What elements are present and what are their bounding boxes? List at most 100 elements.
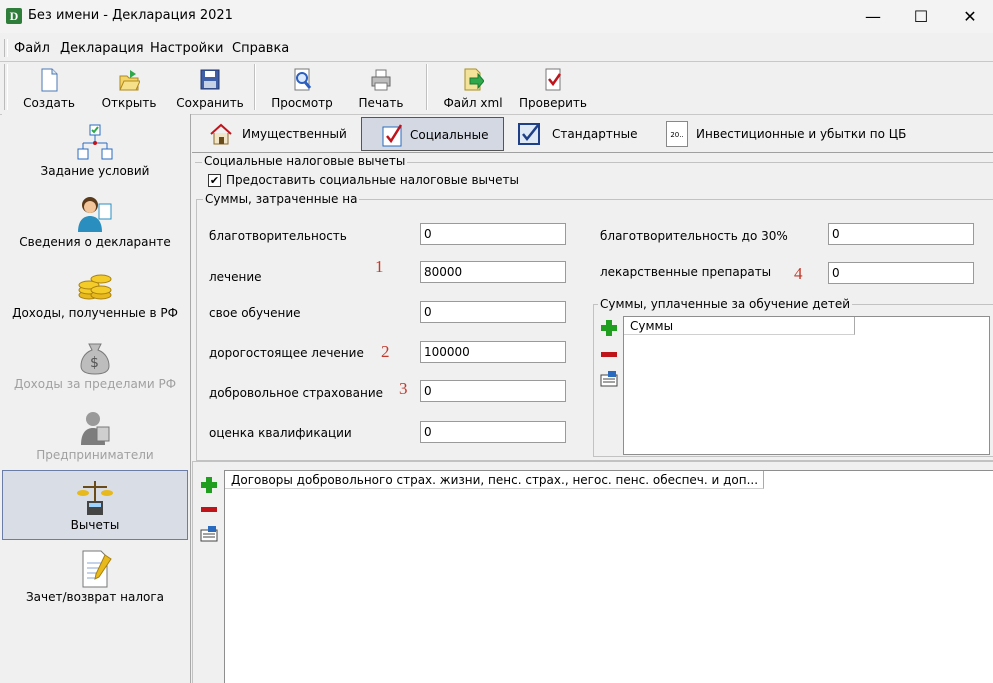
create-button[interactable]: Создать — [16, 64, 82, 112]
remove-child-sum-button[interactable] — [599, 345, 619, 363]
check-document-icon — [545, 68, 562, 91]
menu-settings[interactable]: Настройки — [150, 41, 223, 56]
save-label: Сохранить — [176, 96, 244, 110]
nav-conditions-label: Задание условий — [40, 164, 150, 178]
treatment-label: лечение — [209, 270, 262, 284]
minimize-button[interactable]: — — [850, 0, 896, 33]
children-sums-list[interactable]: Суммы — [623, 316, 990, 455]
voluntary-insurance-label: добровольное страхование — [209, 386, 383, 400]
medicines-input[interactable] — [828, 262, 974, 284]
nav-conditions[interactable]: Задание условий — [2, 117, 188, 185]
print-label: Печать — [358, 96, 404, 110]
nav-deductions-label: Вычеты — [70, 518, 120, 532]
document-pen-icon — [82, 550, 112, 588]
edit-child-sum-button[interactable] — [599, 370, 619, 388]
tab-standard[interactable]: Стандартные — [514, 117, 650, 151]
tab-property[interactable]: Имущественный — [204, 117, 354, 151]
annotation-3: 3 — [399, 379, 408, 398]
charity-30-label: благотворительность до 30% — [600, 229, 788, 243]
toolbar-separator — [426, 64, 428, 110]
voluntary-insurance-input[interactable] — [420, 380, 566, 402]
check-label: Проверить — [519, 96, 587, 110]
nav-entrepreneurs[interactable]: Предприниматели — [2, 401, 188, 469]
remove-contract-button[interactable] — [199, 500, 219, 518]
edit-record-icon — [200, 526, 218, 542]
annotation-1: 1 — [375, 257, 384, 276]
menu-grip — [4, 39, 8, 57]
nav-deductions[interactable]: Вычеты — [2, 470, 188, 540]
nav-declarant[interactable]: Сведения о декларанте — [2, 188, 188, 256]
tab-social-label: Социальные — [410, 128, 489, 142]
edit-record-icon — [600, 371, 618, 387]
house-icon — [210, 123, 232, 145]
plus-icon — [201, 477, 217, 493]
xml-file-button[interactable]: Файл xml — [438, 64, 508, 112]
qualification-label: оценка квалификации — [209, 426, 352, 440]
open-button[interactable]: Открыть — [95, 64, 163, 112]
annotation-4: 4 — [794, 264, 803, 283]
charity-input[interactable] — [420, 223, 566, 245]
minus-icon — [201, 507, 217, 512]
social-checkbox-label: Предоставить социальные налоговые вычеты — [226, 173, 519, 187]
menu-help[interactable]: Справка — [232, 41, 289, 56]
nav-entrepreneurs-label: Предприниматели — [36, 448, 154, 462]
medicines-label: лекарственные препараты — [600, 265, 772, 279]
save-button[interactable]: Сохранить — [172, 64, 248, 112]
annotation-2: 2 — [381, 342, 390, 361]
toolbar-separator — [254, 64, 256, 110]
close-button[interactable]: ✕ — [947, 0, 993, 33]
new-document-icon — [41, 68, 58, 92]
children-sums-column-header[interactable]: Суммы — [624, 317, 855, 335]
add-contract-button[interactable] — [199, 475, 219, 493]
add-child-sum-button[interactable] — [599, 318, 619, 336]
entrepreneur-icon — [81, 412, 110, 445]
nav-income-abroad[interactable]: $ Доходы за пределами РФ — [2, 330, 188, 398]
nav-declarant-label: Сведения о декларанте — [19, 235, 171, 249]
social-group-title: Социальные налоговые вычеты — [202, 154, 408, 168]
preview-icon — [294, 68, 312, 91]
children-education-title: Суммы, уплаченные за обучение детей — [598, 297, 853, 311]
menu-declaration[interactable]: Декларация — [60, 41, 144, 56]
tab-social[interactable]: Социальные — [361, 117, 504, 151]
contracts-list[interactable]: Договоры добровольного страх. жизни, пен… — [224, 470, 993, 683]
open-folder-icon — [119, 70, 140, 91]
tab-investment[interactable]: 20.. Инвестиционные и убытки по ЦБ — [664, 117, 924, 151]
check-button[interactable]: Проверить — [514, 64, 592, 112]
investment-doc-icon: 20.. — [666, 121, 688, 147]
menu-file[interactable]: Файл — [14, 41, 50, 56]
menu-bar — [0, 38, 993, 60]
qualification-input[interactable] — [420, 421, 566, 443]
create-label: Создать — [23, 96, 75, 110]
declarant-person-icon — [78, 197, 112, 232]
social-checkbox[interactable]: ✔ — [208, 174, 221, 187]
minus-icon — [601, 352, 617, 357]
svg-text:$: $ — [90, 355, 99, 371]
xml-file-label: Файл xml — [443, 96, 503, 110]
nav-income-rf[interactable]: Доходы, полученные в РФ — [2, 259, 188, 327]
nav-refund-label: Зачет/возврат налога — [25, 590, 165, 604]
tab-standard-label: Стандартные — [552, 127, 638, 141]
tab-investment-label: Инвестиционные и убытки по ЦБ — [696, 127, 907, 141]
money-bag-icon: $ — [80, 343, 110, 375]
sums-group-title: Суммы, затраченные на — [203, 192, 360, 206]
print-button[interactable]: Печать — [350, 64, 412, 112]
contracts-column-header[interactable]: Договоры добровольного страх. жизни, пен… — [225, 471, 764, 489]
nav-income-abroad-label: Доходы за пределами РФ — [13, 377, 177, 391]
tab-property-label: Имущественный — [242, 127, 347, 141]
education-input[interactable] — [420, 301, 566, 323]
conditions-tree-icon — [77, 124, 113, 160]
open-label: Открыть — [101, 96, 157, 110]
treatment-input[interactable] — [420, 261, 566, 283]
nav-refund[interactable]: Зачет/возврат налога — [2, 543, 188, 611]
expensive-treatment-label: дорогостоящее лечение — [209, 346, 364, 360]
expensive-treatment-input[interactable] — [420, 341, 566, 363]
standard-form-icon — [518, 123, 540, 145]
maximize-button[interactable]: ☐ — [898, 0, 944, 33]
preview-button[interactable]: Просмотр — [266, 64, 338, 112]
window-title: Без имени - Декларация 2021 — [28, 8, 233, 23]
nav-income-rf-label: Доходы, полученные в РФ — [12, 306, 178, 320]
edit-contract-button[interactable] — [199, 525, 219, 543]
charity-30-input[interactable] — [828, 223, 974, 245]
plus-icon — [601, 320, 617, 336]
education-label: свое обучение — [209, 306, 301, 320]
